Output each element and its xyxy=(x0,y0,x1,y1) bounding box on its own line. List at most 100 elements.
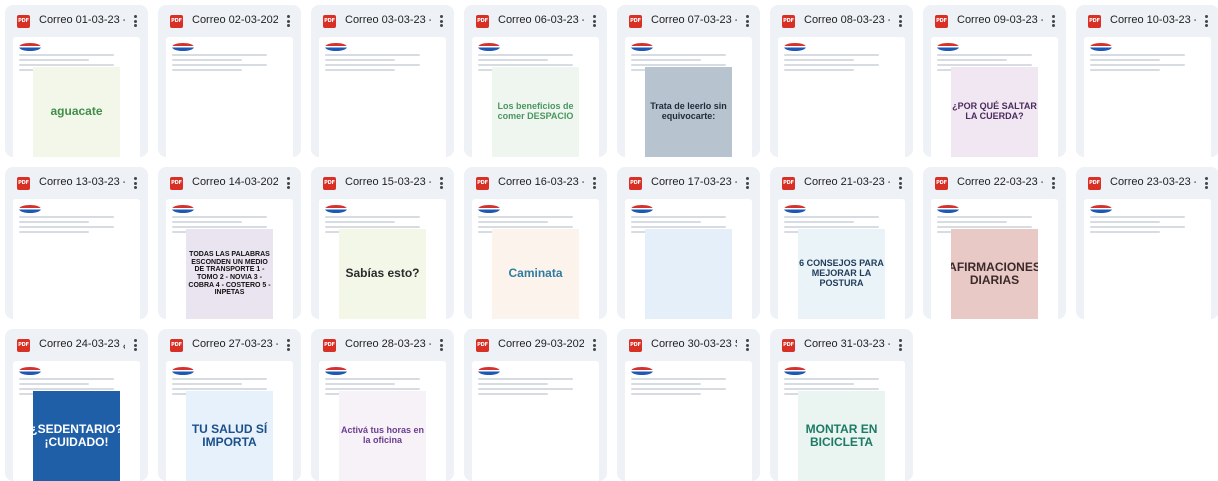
file-card[interactable]: PDF Correo 30-03-23 Sí... xyxy=(617,329,760,481)
email-text-line xyxy=(325,383,395,385)
file-title: Correo 27-03-23 - ... xyxy=(192,338,278,350)
more-actions-icon[interactable] xyxy=(436,13,446,29)
poster-image: aguacate xyxy=(33,67,120,157)
pdf-icon: PDF xyxy=(323,177,336,190)
email-text-line xyxy=(19,216,115,218)
pdf-icon: PDF xyxy=(1088,15,1101,28)
file-title: Correo 24-03-23 ¿E... xyxy=(39,338,125,350)
file-card[interactable]: PDF Correo 16-03-23 - ... Caminata xyxy=(464,167,607,319)
file-card[interactable]: PDF Correo 22-03-23 - Y... AFIRMACIONES DI… xyxy=(923,167,1066,319)
file-card[interactable]: PDF Correo 10-03-23 - ... xyxy=(1076,5,1218,157)
more-actions-icon[interactable] xyxy=(130,337,140,353)
more-actions-icon[interactable] xyxy=(1201,175,1211,191)
more-actions-icon[interactable] xyxy=(130,13,140,29)
more-actions-icon[interactable] xyxy=(895,175,905,191)
more-actions-icon[interactable] xyxy=(436,337,446,353)
more-actions-icon[interactable] xyxy=(742,337,752,353)
email-text-line xyxy=(478,388,574,390)
more-actions-icon[interactable] xyxy=(895,337,905,353)
file-card[interactable]: PDF Correo 01-03-23 - ... aguacate xyxy=(5,5,148,157)
file-title: Correo 02-03-2023... xyxy=(192,14,278,26)
email-text-line xyxy=(172,54,268,56)
more-actions-icon[interactable] xyxy=(895,13,905,29)
file-card[interactable]: PDF Correo 13-03-23 - ... xyxy=(5,167,148,319)
file-card[interactable]: PDF Correo 27-03-23 - ... TU SALUD SÍ IMPO… xyxy=(158,329,301,481)
file-card[interactable]: PDF Correo 09-03-23 - ... ¿POR QUÉ SALTAR … xyxy=(923,5,1066,157)
email-text-line xyxy=(631,64,727,66)
more-actions-icon[interactable] xyxy=(1048,175,1058,191)
email-text-line xyxy=(325,69,395,71)
email-text-line xyxy=(478,383,548,385)
email-text-line xyxy=(631,378,727,380)
file-card[interactable]: PDF Correo 14-03-2023 ... TODAS LAS PALABR… xyxy=(158,167,301,319)
more-actions-icon[interactable] xyxy=(130,175,140,191)
file-thumbnail: TU SALUD SÍ IMPORTA xyxy=(166,361,293,481)
more-actions-icon[interactable] xyxy=(589,175,599,191)
poster-text: Los beneficios de comer DESPACIO xyxy=(497,101,574,121)
file-title: Correo 09-03-23 - ... xyxy=(957,14,1043,26)
file-card[interactable]: PDF Correo 07-03-23 - ... Trata de leerlo … xyxy=(617,5,760,157)
pdf-icon: PDF xyxy=(476,15,489,28)
email-text-line xyxy=(19,221,89,223)
file-thumbnail: 6 CONSEJOS PARA MEJORAR LA POSTURA xyxy=(778,199,905,319)
more-actions-icon[interactable] xyxy=(283,175,293,191)
email-text-line xyxy=(937,226,1033,228)
file-card[interactable]: PDF Correo 03-03-23 - ... xyxy=(311,5,454,157)
email-logo-icon xyxy=(784,367,806,375)
more-actions-icon[interactable] xyxy=(589,337,599,353)
file-thumbnail: aguacate xyxy=(13,37,140,157)
more-actions-icon[interactable] xyxy=(589,13,599,29)
email-text-line xyxy=(631,383,701,385)
more-actions-icon[interactable] xyxy=(436,175,446,191)
email-text-line xyxy=(325,388,421,390)
more-actions-icon[interactable] xyxy=(283,13,293,29)
file-title: Correo 15-03-23 - ¿... xyxy=(345,176,431,188)
email-text-line xyxy=(937,221,1007,223)
file-card[interactable]: PDF Correo 06-03-23 - ... Los beneficios d… xyxy=(464,5,607,157)
file-thumbnail: MONTAR EN BICICLETA xyxy=(778,361,905,481)
file-card[interactable]: PDF Correo 15-03-23 - ¿... Sabías esto? xyxy=(311,167,454,319)
email-text-line xyxy=(325,59,395,61)
more-actions-icon[interactable] xyxy=(742,13,752,29)
file-card[interactable]: PDF Correo 21-03-23 - ... 6 CONSEJOS PARA … xyxy=(770,167,913,319)
pdf-icon: PDF xyxy=(1088,177,1101,190)
pdf-icon: PDF xyxy=(323,339,336,352)
file-thumbnail xyxy=(1084,37,1211,157)
file-card[interactable]: PDF Correo 17-03-23 - ... xyxy=(617,167,760,319)
file-card[interactable]: PDF Correo 24-03-23 ¿E... ¿SEDENTARIO? ¡CU… xyxy=(5,329,148,481)
email-logo-icon xyxy=(19,367,41,375)
email-logo-icon xyxy=(478,205,500,213)
more-actions-icon[interactable] xyxy=(1201,13,1211,29)
more-actions-icon[interactable] xyxy=(742,175,752,191)
poster-image: ¿POR QUÉ SALTAR LA CUERDA? xyxy=(951,67,1038,157)
file-thumbnail: AFIRMACIONES DIARIAS xyxy=(931,199,1058,319)
file-card[interactable]: PDF Correo 29-03-2023... xyxy=(464,329,607,481)
pdf-icon: PDF xyxy=(782,15,795,28)
file-title: Correo 06-03-23 - ... xyxy=(498,14,584,26)
file-card[interactable]: PDF Correo 08-03-23 - ... xyxy=(770,5,913,157)
email-text-line xyxy=(478,59,548,61)
email-text-line xyxy=(172,378,268,380)
file-card[interactable]: PDF Correo 28-03-23 - ... Activá tus horas… xyxy=(311,329,454,481)
file-card[interactable]: PDF Correo 31-03-23 - ... MONTAR EN BICICL… xyxy=(770,329,913,481)
email-logo-icon xyxy=(937,43,959,51)
email-logo-icon xyxy=(478,43,500,51)
email-text-line xyxy=(19,64,115,66)
file-thumbnail: ¿POR QUÉ SALTAR LA CUERDA? xyxy=(931,37,1058,157)
email-text-line xyxy=(172,388,268,390)
email-text-line xyxy=(631,226,727,228)
file-thumbnail: ¿SEDENTARIO? ¡CUIDADO! xyxy=(13,361,140,481)
file-title: Correo 16-03-23 - ... xyxy=(498,176,584,188)
file-card[interactable]: PDF Correo 02-03-2023... xyxy=(158,5,301,157)
poster-text: Caminata xyxy=(508,266,563,281)
file-title: Correo 17-03-23 - ... xyxy=(651,176,737,188)
file-card[interactable]: PDF Correo 23-03-23 - ... xyxy=(1076,167,1218,319)
more-actions-icon[interactable] xyxy=(1048,13,1058,29)
poster-text: 6 CONSEJOS PARA MEJORAR LA POSTURA xyxy=(799,258,884,288)
email-logo-icon xyxy=(325,367,347,375)
more-actions-icon[interactable] xyxy=(283,337,293,353)
email-text-line xyxy=(172,59,242,61)
email-text-line xyxy=(172,221,242,223)
poster-image: Caminata xyxy=(492,229,579,319)
email-text-line xyxy=(478,378,574,380)
